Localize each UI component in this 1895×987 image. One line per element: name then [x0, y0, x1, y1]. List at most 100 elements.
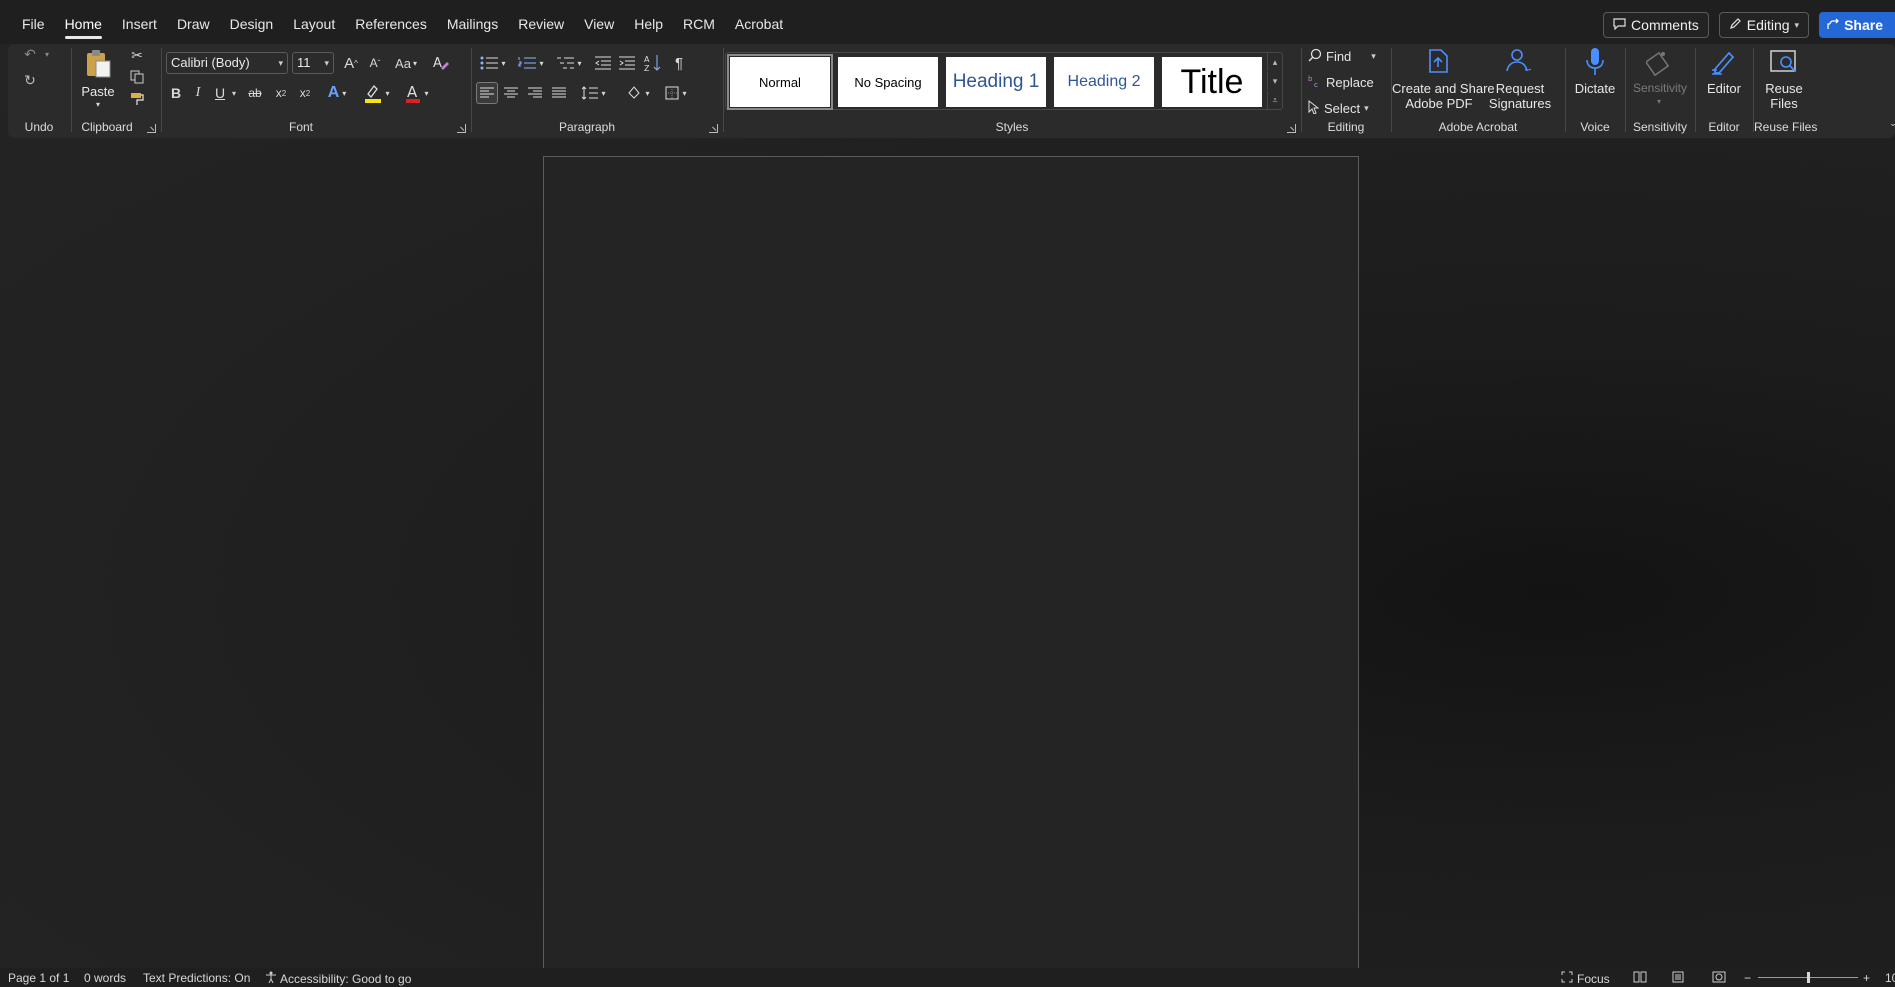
- web-layout-icon[interactable]: [1712, 971, 1726, 986]
- style-heading-1[interactable]: Heading 1: [946, 57, 1046, 107]
- align-left-icon[interactable]: [476, 82, 498, 104]
- request-signature-icon[interactable]: [1503, 46, 1537, 76]
- zoom-slider[interactable]: [1758, 972, 1858, 983]
- replace-button[interactable]: bc Replace: [1308, 72, 1374, 92]
- align-center-icon[interactable]: [500, 82, 522, 104]
- request-signatures-button[interactable]: Request Signatures: [1488, 81, 1552, 111]
- style-heading-2[interactable]: Heading 2: [1054, 57, 1154, 107]
- reuse-files-icon[interactable]: [1768, 46, 1800, 78]
- tab-view[interactable]: View: [574, 13, 624, 35]
- paragraph-launcher-icon[interactable]: [709, 124, 718, 133]
- superscript-icon[interactable]: x2: [294, 82, 316, 104]
- dictate-button[interactable]: Dictate: [1566, 81, 1624, 96]
- undo-dropdown-icon[interactable]: ▾: [42, 46, 52, 62]
- zoom-level[interactable]: 10: [1885, 971, 1895, 985]
- copy-icon[interactable]: [128, 68, 146, 86]
- underline-icon[interactable]: U: [210, 82, 230, 104]
- italic-icon[interactable]: I: [188, 82, 208, 104]
- font-color-icon[interactable]: A ▾: [400, 82, 434, 104]
- bullets-icon[interactable]: ▾: [476, 52, 510, 74]
- text-effects-icon[interactable]: A ▾: [322, 82, 352, 104]
- share-button[interactable]: Share: [1819, 12, 1895, 38]
- zoom-slider-thumb[interactable]: [1807, 972, 1810, 983]
- font-launcher-icon[interactable]: [457, 124, 466, 133]
- focus-mode-button[interactable]: Focus: [1561, 971, 1610, 986]
- tab-draw[interactable]: Draw: [167, 13, 220, 35]
- zoom-in-button[interactable]: +: [1863, 971, 1870, 985]
- tab-rcm[interactable]: RCM: [673, 13, 725, 35]
- reuse-files-button[interactable]: Reuse Files: [1754, 81, 1814, 111]
- format-painter-icon[interactable]: [128, 90, 146, 108]
- tab-references[interactable]: References: [345, 13, 437, 35]
- find-button[interactable]: Find ▾: [1308, 46, 1376, 66]
- font-name-value: Calibri (Body): [171, 55, 250, 70]
- bold-icon[interactable]: B: [166, 82, 186, 104]
- editor-pen-icon[interactable]: [1708, 46, 1740, 78]
- comments-button[interactable]: Comments: [1603, 12, 1709, 38]
- cut-icon[interactable]: ✂: [128, 46, 146, 64]
- tab-mailings[interactable]: Mailings: [437, 13, 508, 35]
- line-spacing-icon[interactable]: ▾: [578, 82, 610, 104]
- tab-insert[interactable]: Insert: [112, 13, 167, 35]
- svg-text:A: A: [433, 56, 442, 71]
- paste-label[interactable]: Paste: [78, 84, 118, 99]
- subscript-icon[interactable]: x2: [270, 82, 292, 104]
- change-case-icon[interactable]: Aa ▾: [390, 52, 422, 74]
- sensitivity-button[interactable]: Sensitivity: [1626, 81, 1694, 96]
- gallery-scroll-up-icon[interactable]: ▴: [1267, 53, 1282, 71]
- read-mode-icon[interactable]: [1633, 971, 1647, 986]
- select-button[interactable]: Select ▾: [1308, 98, 1369, 118]
- tab-acrobat[interactable]: Acrobat: [725, 13, 793, 35]
- style-normal[interactable]: Normal: [727, 54, 833, 110]
- grow-font-icon[interactable]: A ^: [340, 52, 362, 74]
- tab-file[interactable]: File: [12, 13, 55, 35]
- numbering-icon[interactable]: ▾: [514, 52, 548, 74]
- tab-help[interactable]: Help: [624, 13, 673, 35]
- paste-icon[interactable]: [82, 48, 114, 80]
- shrink-font-icon[interactable]: Aˇ: [364, 52, 386, 74]
- tab-design[interactable]: Design: [220, 13, 284, 35]
- gallery-more-icon[interactable]: ⩡: [1267, 91, 1282, 109]
- document-page[interactable]: [543, 156, 1359, 976]
- microphone-icon[interactable]: [1580, 46, 1610, 78]
- tab-layout[interactable]: Layout: [283, 13, 345, 35]
- gallery-scroll-down-icon[interactable]: ▾: [1267, 72, 1282, 90]
- create-share-pdf-button[interactable]: Create and Share Adobe PDF: [1392, 81, 1495, 111]
- strikethrough-icon[interactable]: ab: [244, 82, 266, 104]
- font-name-dropdown[interactable]: Calibri (Body) ▾: [166, 52, 288, 74]
- accessibility-checker[interactable]: Accessibility: Good to go: [265, 971, 411, 986]
- sort-icon[interactable]: AZ: [642, 52, 664, 74]
- collapse-ribbon-icon[interactable]: ⌄: [1888, 118, 1895, 128]
- multilevel-list-icon[interactable]: ▾: [552, 52, 586, 74]
- undo-icon[interactable]: ↶: [20, 44, 40, 64]
- editing-mode-button[interactable]: Editing ▾: [1718, 12, 1810, 38]
- voice-group: Dictate Voice: [1566, 44, 1624, 138]
- clipboard-launcher-icon[interactable]: [147, 124, 156, 133]
- editor-button[interactable]: Editor: [1696, 81, 1752, 96]
- tab-review[interactable]: Review: [508, 13, 574, 35]
- clear-formatting-icon[interactable]: A: [430, 52, 452, 74]
- style-no-spacing[interactable]: No Spacing: [838, 57, 938, 107]
- shading-icon[interactable]: ▾: [622, 82, 654, 104]
- show-formatting-marks-icon[interactable]: ¶: [668, 52, 690, 74]
- create-pdf-icon[interactable]: [1424, 46, 1454, 76]
- decrease-indent-icon[interactable]: [592, 52, 614, 74]
- styles-launcher-icon[interactable]: [1287, 124, 1296, 133]
- align-right-icon[interactable]: [524, 82, 546, 104]
- style-title[interactable]: Title: [1162, 57, 1262, 107]
- justify-icon[interactable]: [548, 82, 570, 104]
- print-layout-icon[interactable]: [1672, 971, 1684, 986]
- borders-icon[interactable]: ▾: [660, 82, 692, 104]
- increase-indent-icon[interactable]: [616, 52, 638, 74]
- redo-icon[interactable]: ↻: [20, 70, 40, 90]
- tab-home[interactable]: Home: [55, 13, 112, 39]
- zoom-out-button[interactable]: −: [1744, 971, 1751, 985]
- paste-dropdown-icon[interactable]: ▾: [92, 98, 104, 110]
- text-predictions[interactable]: Text Predictions: On: [143, 971, 250, 985]
- editing-group: Find ▾ bc Replace Select ▾ Editing: [1302, 44, 1390, 138]
- font-size-dropdown[interactable]: 11 ▾: [292, 52, 334, 74]
- highlight-color-icon[interactable]: ▾: [360, 82, 394, 104]
- underline-dropdown-icon[interactable]: ▾: [228, 82, 240, 104]
- word-count[interactable]: 0 words: [84, 971, 126, 985]
- page-count[interactable]: Page 1 of 1: [8, 971, 69, 985]
